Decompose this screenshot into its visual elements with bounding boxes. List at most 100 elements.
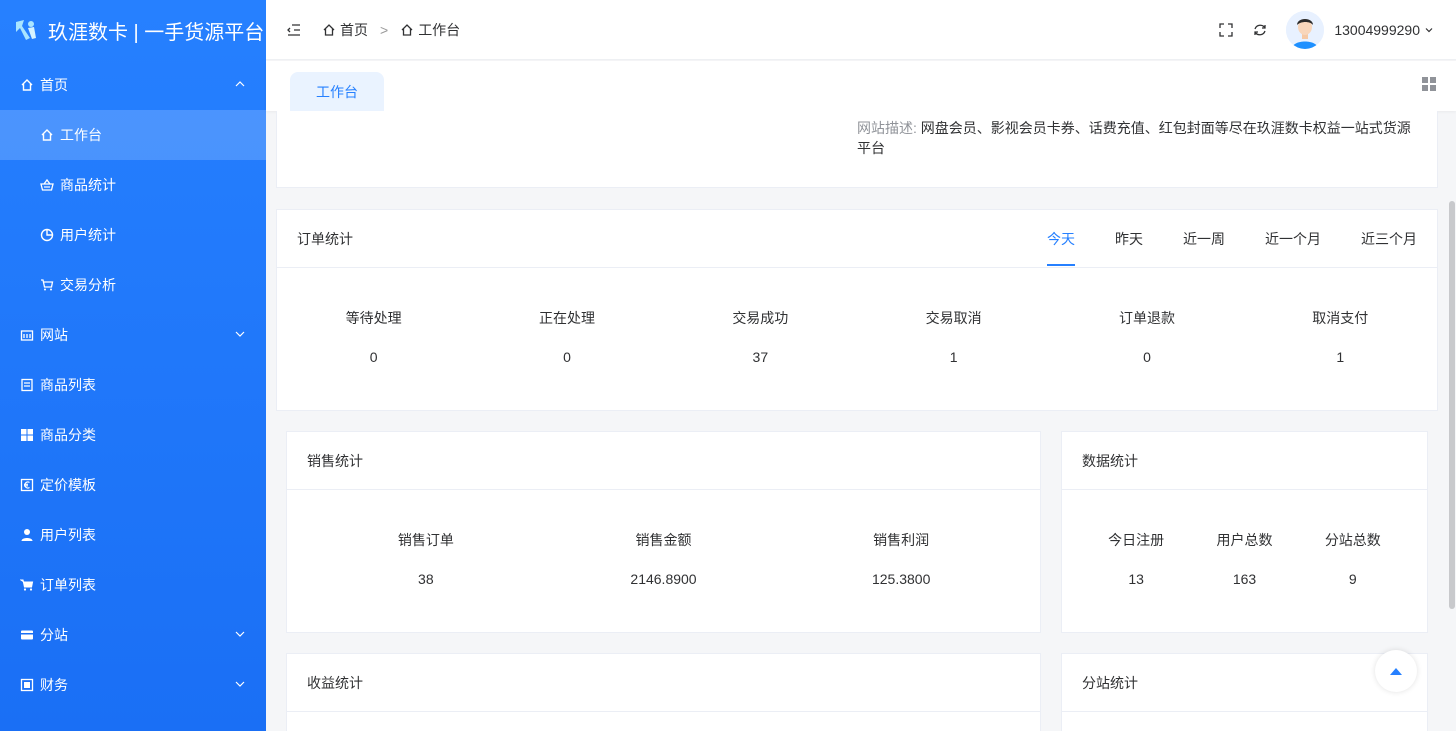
breadcrumb-separator: > [380,21,389,38]
stat-item: 用户总数 163 [1190,530,1298,587]
chevron-down-icon [235,631,245,637]
stat-value: 0 [1143,349,1151,365]
site-info-card: 网站描述: 网盘会员、影视会员卡券、话费充值、红包封面等尽在玖涯数卡权益一站式货… [276,111,1438,188]
stat-item: 等待处理 0 [277,308,470,365]
data-stats-card: 数据统计 今日注册 13 用户总数 163 分站总数 9 [1061,431,1428,633]
sidebar-item-finance[interactable]: 财务 [0,660,266,710]
caret-up-icon [1390,668,1402,675]
avatar[interactable] [1286,11,1325,49]
sidebar-item-label: 定价模板 [40,477,96,493]
stat-item: 取消支付 1 [1244,308,1437,365]
range-tab-today[interactable]: 今天 [1047,210,1075,268]
stat-value: 13 [1128,571,1144,587]
sidebar: 玖涯数卡 | 一手货源平台 首页 工作台 商品统计 用户统计 交易分析 网站 商… [0,0,266,731]
range-tab-yesterday[interactable]: 昨天 [1115,210,1143,268]
range-tab-week[interactable]: 近一周 [1183,210,1225,268]
range-tab-month[interactable]: 近一个月 [1265,210,1321,268]
grid-icon[interactable] [1422,77,1436,91]
finance-icon [20,678,34,692]
basket-icon [40,178,54,192]
sidebar-item-substation[interactable]: 分站 [0,610,266,660]
sidebar-item-trade-analysis[interactable]: 交易分析 [0,260,266,310]
list-doc-icon [20,378,34,392]
sidebar-item-website[interactable]: 网站 [0,310,266,360]
fullscreen-icon[interactable] [1218,22,1234,38]
euro-icon [20,478,34,492]
breadcrumb: 首页 > 工作台 [322,20,460,40]
stat-label: 销售订单 [397,532,454,548]
sidebar-item-label: 商品统计 [60,177,116,193]
stat-label: 销售利润 [873,532,930,548]
stat-value: 0 [563,349,571,365]
header-actions: 13004999290 [1218,0,1434,60]
username: 13004999290 [1334,22,1420,38]
sidebar-item-goods-category[interactable]: 商品分类 [0,410,266,460]
chevron-down-icon [1425,28,1433,33]
card-title: 收益统计 [307,674,363,691]
sidebar-item-label: 交易分析 [60,277,116,293]
stat-label: 今日注册 [1108,532,1165,548]
card-header: 数据统计 [1062,432,1427,490]
site-description: 网站描述: 网盘会员、影视会员卡券、话费充值、红包封面等尽在玖涯数卡权益一站式货… [857,118,1417,158]
bank-icon [20,328,34,342]
sidebar-item-home[interactable]: 首页 [0,60,266,110]
stat-value: 1 [1336,349,1345,365]
logo-row: 玖涯数卡 | 一手货源平台 [0,0,266,60]
collapse-menu-icon[interactable] [286,22,302,38]
user-menu[interactable]: 13004999290 [1334,22,1434,38]
sidebar-item-label: 商品分类 [40,427,96,443]
sidebar-item-label: 网站 [40,327,68,343]
branch-stats-card: 分站统计 [1061,653,1428,731]
stat-item: 销售订单 38 [307,530,545,587]
sales-stat-row: 销售订单 38 销售金额 2146.8900 销售利润 125.3800 [287,530,1040,587]
stat-label: 交易成功 [732,310,789,326]
chevron-down-icon [235,681,245,687]
sidebar-item-label: 工作台 [60,127,102,143]
app-title: 玖涯数卡 | 一手货源平台 [48,21,265,44]
home-icon [401,23,413,36]
card-icon [20,628,34,642]
tabs-bar: 工作台 [266,61,1456,111]
range-tab-three-months[interactable]: 近三个月 [1361,210,1417,268]
stat-item: 交易成功 37 [664,308,857,365]
breadcrumb-current: 工作台 [400,20,460,40]
sidebar-item-workbench[interactable]: 工作台 [0,110,266,160]
stat-value: 9 [1348,571,1357,587]
site-description-text: 网盘会员、影视会员卡券、话费充值、红包封面等尽在玖涯数卡权益一站式货源平台 [857,120,1411,156]
home-icon [323,23,335,36]
breadcrumb-home[interactable]: 首页 [322,20,368,40]
stat-label: 订单退款 [1118,310,1175,326]
back-to-top-button[interactable] [1375,650,1417,692]
income-stats-card: 收益统计 [286,653,1041,731]
stat-value: 1 [949,349,958,365]
sidebar-item-label: 财务 [40,677,68,693]
sidebar-item-user-stats[interactable]: 用户统计 [0,210,266,260]
stat-value: 163 [1232,571,1257,587]
sidebar-item-goods-list[interactable]: 商品列表 [0,360,266,410]
sidebar-item-price-template[interactable]: 定价模板 [0,460,266,510]
stat-item: 分站总数 9 [1299,530,1407,587]
sidebar-item-label: 订单列表 [40,577,96,593]
cart-icon [40,278,54,292]
stat-item: 交易取消 1 [857,308,1050,365]
stat-value: 2146.8900 [630,571,697,587]
main-content: 网站描述: 网盘会员、影视会员卡券、话费充值、红包封面等尽在玖涯数卡权益一站式货… [266,111,1456,731]
card-header: 订单统计 今天 昨天 近一周 近一个月 近三个月 [277,210,1437,268]
card-title: 数据统计 [1082,452,1138,469]
sidebar-item-order-list[interactable]: 订单列表 [0,560,266,610]
refresh-icon[interactable] [1252,22,1268,38]
stat-label: 用户总数 [1216,532,1273,548]
sidebar-item-goods-stats[interactable]: 商品统计 [0,160,266,210]
card-header: 收益统计 [287,654,1040,712]
chevron-up-icon [235,81,245,87]
pie-chart-icon [40,228,54,242]
sidebar-item-user-list[interactable]: 用户列表 [0,510,266,560]
scrollbar[interactable] [1448,111,1456,731]
range-tabs: 今天 昨天 近一周 近一个月 近三个月 [1047,210,1417,268]
scrollbar-thumb[interactable] [1449,201,1455,609]
home-icon [40,128,54,142]
order-stats-card: 订单统计 今天 昨天 近一周 近一个月 近三个月 等待处理 0 正在处理 0 交易成… [276,209,1438,411]
site-description-label: 网站描述: [857,120,917,136]
breadcrumb-label: 工作台 [418,21,461,38]
tab-workbench[interactable]: 工作台 [290,72,384,111]
